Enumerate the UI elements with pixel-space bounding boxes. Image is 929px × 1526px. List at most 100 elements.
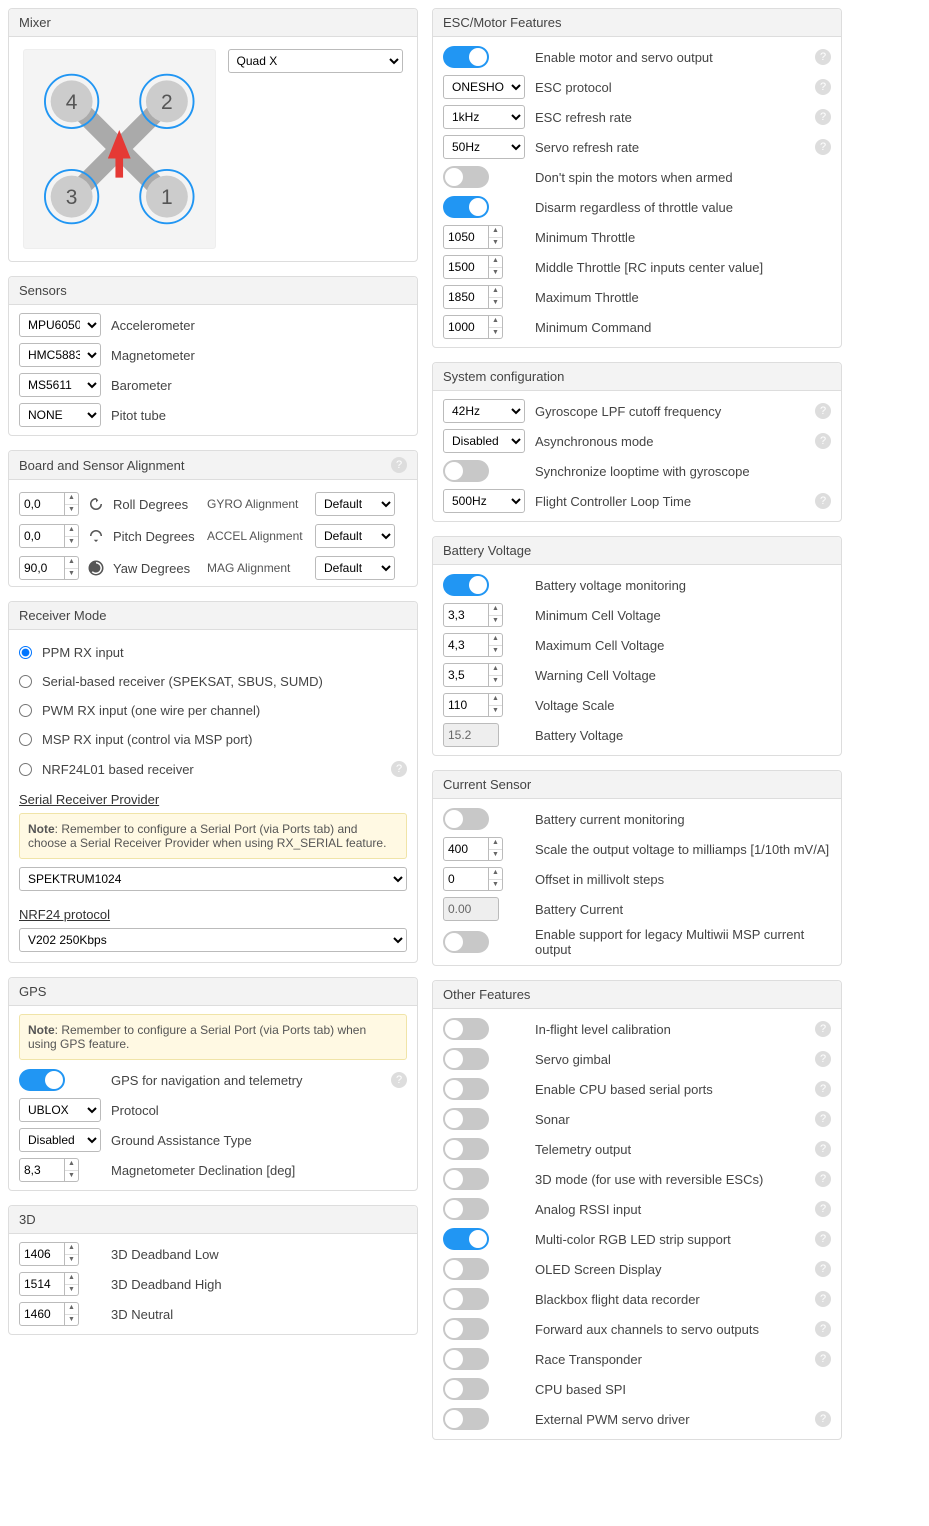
step-down-icon[interactable]: ▼ [489,328,502,339]
step-down-icon[interactable]: ▼ [489,238,502,249]
number-input[interactable]: ▲▼ [443,255,503,279]
help-icon[interactable]: ? [815,1051,831,1067]
select-input[interactable]: MS5611 [19,373,101,397]
step-down-icon[interactable]: ▼ [65,1171,78,1182]
help-icon[interactable]: ? [815,109,831,125]
select-input[interactable]: Default [315,524,395,548]
step-up-icon[interactable]: ▲ [65,1303,78,1315]
number-input[interactable]: ▲▼ [443,225,503,249]
help-icon[interactable]: ? [815,1351,831,1367]
step-down-icon[interactable]: ▼ [65,505,78,516]
toggle-switch[interactable] [443,1228,489,1250]
number-input[interactable]: ▲▼ [19,524,79,548]
receiver-radio[interactable] [19,646,32,659]
select-input[interactable]: UBLOX [19,1098,101,1122]
help-icon[interactable]: ? [815,433,831,449]
number-input[interactable]: ▲▼ [443,693,503,717]
help-icon[interactable]: ? [391,1072,407,1088]
number-input[interactable]: ▲▼ [443,837,503,861]
receiver-radio[interactable] [19,704,32,717]
number-input[interactable]: ▲▼ [19,1158,79,1182]
select-input[interactable]: MPU6050 [19,313,101,337]
step-down-icon[interactable]: ▼ [489,298,502,309]
toggle-switch[interactable] [443,196,489,218]
step-up-icon[interactable]: ▲ [65,1159,78,1171]
help-icon[interactable]: ? [815,1231,831,1247]
toggle-switch[interactable] [443,46,489,68]
help-icon[interactable]: ? [815,139,831,155]
step-up-icon[interactable]: ▲ [65,1273,78,1285]
help-icon[interactable]: ? [815,1321,831,1337]
serial-receiver-select[interactable]: SPEKTRUM1024 [19,867,407,891]
toggle-switch[interactable] [443,460,489,482]
help-icon[interactable]: ? [815,1111,831,1127]
toggle-switch[interactable] [443,1378,489,1400]
step-down-icon[interactable]: ▼ [489,646,502,657]
step-up-icon[interactable]: ▲ [489,316,502,328]
receiver-radio[interactable] [19,763,32,776]
select-input[interactable]: Disabled [19,1128,101,1152]
toggle-switch[interactable] [443,931,489,953]
toggle-switch[interactable] [443,1348,489,1370]
step-down-icon[interactable]: ▼ [489,880,502,891]
step-up-icon[interactable]: ▲ [489,664,502,676]
toggle-switch[interactable] [443,1408,489,1430]
step-up-icon[interactable]: ▲ [489,286,502,298]
number-input[interactable]: ▲▼ [443,315,503,339]
number-input[interactable]: ▲▼ [19,1302,79,1326]
select-input[interactable]: 1kHz [443,105,525,129]
select-input[interactable]: 500Hz [443,489,525,513]
help-icon[interactable]: ? [815,79,831,95]
toggle-switch[interactable] [443,574,489,596]
select-input[interactable]: Default [315,556,395,580]
step-up-icon[interactable]: ▲ [489,226,502,238]
step-up-icon[interactable]: ▲ [489,868,502,880]
help-icon[interactable]: ? [815,1291,831,1307]
number-input[interactable]: ▲▼ [443,633,503,657]
toggle-switch[interactable] [443,808,489,830]
toggle-switch[interactable] [19,1069,65,1091]
toggle-switch[interactable] [443,1258,489,1280]
step-up-icon[interactable]: ▲ [65,493,78,505]
help-icon[interactable]: ? [815,493,831,509]
select-input[interactable]: 50Hz [443,135,525,159]
toggle-switch[interactable] [443,1318,489,1340]
step-down-icon[interactable]: ▼ [489,850,502,861]
step-up-icon[interactable]: ▲ [489,634,502,646]
toggle-switch[interactable] [443,1108,489,1130]
help-icon[interactable]: ? [815,1411,831,1427]
number-input[interactable]: ▲▼ [443,285,503,309]
number-input[interactable]: ▲▼ [443,867,503,891]
help-icon[interactable]: ? [815,1081,831,1097]
step-down-icon[interactable]: ▼ [489,676,502,687]
step-down-icon[interactable]: ▼ [65,1285,78,1296]
number-input[interactable]: ▲▼ [19,1242,79,1266]
select-input[interactable]: Disabled [443,429,525,453]
step-up-icon[interactable]: ▲ [489,256,502,268]
toggle-switch[interactable] [443,1048,489,1070]
toggle-switch[interactable] [443,1078,489,1100]
number-input[interactable]: ▲▼ [19,492,79,516]
step-down-icon[interactable]: ▼ [489,268,502,279]
help-icon[interactable]: ? [391,457,407,473]
toggle-switch[interactable] [443,1168,489,1190]
select-input[interactable]: HMC5883 [19,343,101,367]
toggle-switch[interactable] [443,1198,489,1220]
help-icon[interactable]: ? [815,1201,831,1217]
number-input[interactable]: ▲▼ [443,603,503,627]
step-down-icon[interactable]: ▼ [65,569,78,580]
step-down-icon[interactable]: ▼ [65,537,78,548]
step-up-icon[interactable]: ▲ [489,604,502,616]
toggle-switch[interactable] [443,166,489,188]
help-icon[interactable]: ? [815,1261,831,1277]
select-input[interactable]: ONESHOT [443,75,525,99]
select-input[interactable]: NONE [19,403,101,427]
step-up-icon[interactable]: ▲ [65,557,78,569]
toggle-switch[interactable] [443,1018,489,1040]
receiver-radio[interactable] [19,733,32,746]
help-icon[interactable]: ? [815,403,831,419]
help-icon[interactable]: ? [391,761,407,777]
step-down-icon[interactable]: ▼ [489,616,502,627]
receiver-radio[interactable] [19,675,32,688]
toggle-switch[interactable] [443,1288,489,1310]
